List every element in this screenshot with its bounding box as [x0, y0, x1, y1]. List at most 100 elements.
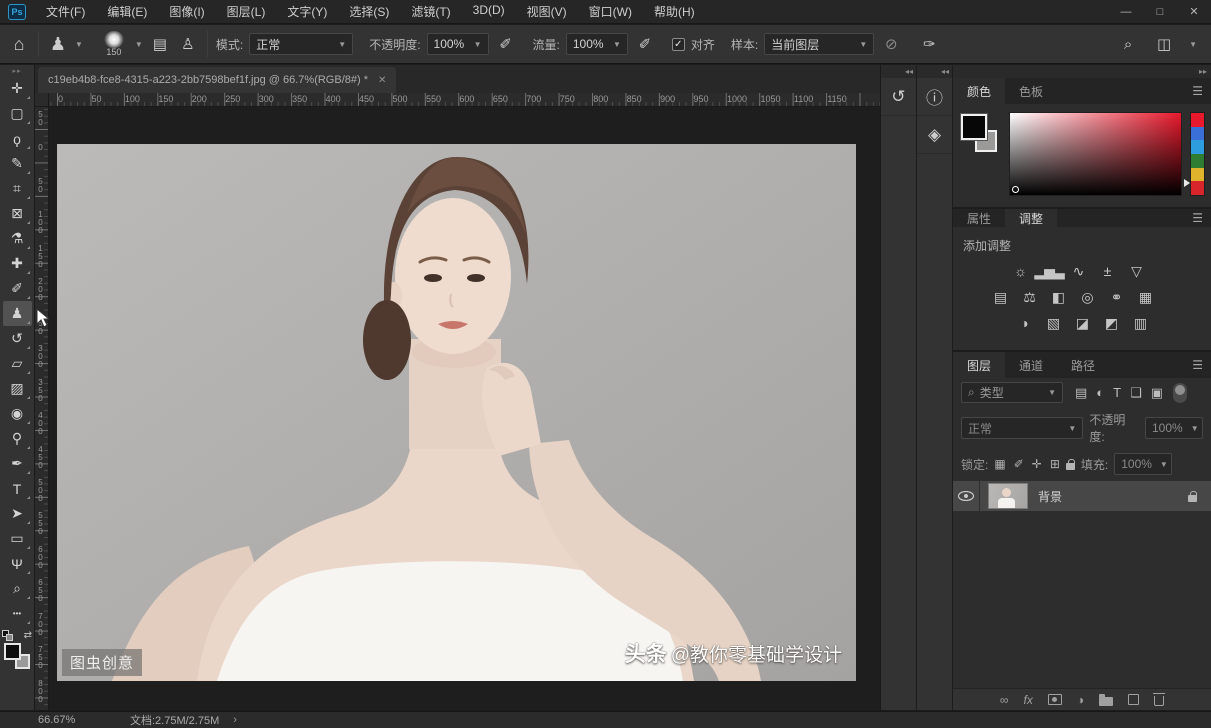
filter-adjustment-layers-icon[interactable]: ◐ [1096, 385, 1104, 400]
collapse-dock-icon[interactable]: ▸▸ [953, 65, 1211, 78]
posterize-icon[interactable]: ▧ [1042, 314, 1064, 332]
document-tab[interactable]: c19eb4b8-fce8-4315-a223-2bb7598bef1f.jpg… [38, 67, 396, 93]
tab-close-icon[interactable]: ✕ [378, 75, 386, 86]
color-tab-0[interactable]: 颜色 [953, 78, 1005, 104]
photo-filter-icon[interactable]: ◎ [1076, 288, 1098, 306]
workspace-switcher-icon[interactable]: ◫ [1153, 35, 1175, 53]
menu-item-2[interactable]: 图像(I) [159, 0, 214, 23]
hue-slider[interactable] [1190, 112, 1205, 196]
canvas-image[interactable]: 图虫创意 头条@教你零基础学设计 [57, 144, 856, 681]
swap-colors-icon[interactable]: ⇄ [24, 630, 32, 641]
maximize-button[interactable]: □ [1143, 1, 1177, 23]
brightness-contrast-icon[interactable]: ☼ [1009, 262, 1031, 280]
status-options-chevron[interactable]: › [233, 714, 237, 726]
layer-row[interactable]: 背景 [953, 481, 1211, 511]
gradient-tool[interactable]: ▨ [3, 376, 32, 401]
tablet-pressure-opacity-icon[interactable]: ✐ [495, 35, 517, 53]
move-tool[interactable]: ✛ [3, 76, 32, 101]
blend-mode-select[interactable]: 正常 ▼ [961, 417, 1083, 439]
clone-source-panel-icon[interactable]: ♙ [177, 35, 199, 53]
horizontal-ruler[interactable]: 0501001502002503003504004505005506006507… [49, 93, 880, 107]
hue-saturation-icon[interactable]: ▤ [989, 288, 1011, 306]
menu-item-1[interactable]: 编辑(E) [97, 0, 157, 23]
panel-menu-icon[interactable]: ☰ [1184, 209, 1211, 227]
pen-tool[interactable]: ✒ [3, 451, 32, 476]
menu-item-10[interactable]: 帮助(H) [644, 0, 705, 23]
curves-icon[interactable]: ∿ [1067, 262, 1089, 280]
panel-menu-icon[interactable]: ☰ [1184, 78, 1211, 104]
close-button[interactable]: ✕ [1177, 1, 1211, 23]
airbrush-icon[interactable]: ✐ [634, 35, 656, 53]
color-swatches-widget[interactable] [4, 643, 30, 669]
quick-selection-tool[interactable]: ✎ [3, 151, 32, 176]
ruler-origin-corner[interactable] [35, 93, 49, 107]
edit-toolbar[interactable]: ••• [3, 601, 32, 626]
filter-pixel-layers-icon[interactable]: ▤ [1075, 385, 1087, 401]
layer-lock-icon[interactable] [1188, 495, 1197, 502]
crop-tool[interactable]: ⌗ [3, 176, 32, 201]
3d-panel-button[interactable]: ◈ [917, 116, 952, 154]
lock-artboard-icon[interactable]: ⊞ [1050, 457, 1060, 471]
layers-tab-0[interactable]: 图层 [953, 352, 1005, 378]
brush-preset-picker[interactable]: 150 [99, 31, 129, 57]
menu-item-6[interactable]: 滤镜(T) [401, 0, 460, 23]
mode-select[interactable]: 正常 ▼ [249, 33, 353, 55]
lasso-tool[interactable]: ϙ [3, 126, 32, 151]
delete-layer-icon[interactable] [1154, 696, 1164, 706]
canvas-viewport[interactable]: 0501001502002503003504004505005506006507… [35, 93, 880, 710]
zoom-level-field[interactable]: 66.67% [38, 714, 108, 726]
color-lookup-icon[interactable]: ▦ [1134, 288, 1156, 306]
lock-transparency-icon[interactable]: ▦ [994, 457, 1005, 471]
align-checkbox[interactable]: ✓ [672, 38, 685, 51]
layer-visibility-toggle[interactable] [953, 481, 980, 511]
tablet-pressure-size-icon[interactable]: ✑ [918, 35, 940, 53]
default-colors-icon[interactable] [2, 630, 13, 641]
new-group-icon[interactable] [1099, 697, 1113, 706]
info-panel-button[interactable]: ⓘ [917, 78, 952, 116]
vibrance-icon[interactable]: ▽ [1125, 262, 1147, 280]
panel-color-swatches[interactable] [961, 112, 1001, 194]
home-icon[interactable]: ⌂ [8, 34, 30, 55]
filter-smart-objects-icon[interactable]: ▣ [1151, 385, 1163, 401]
panel-menu-icon[interactable]: ☰ [1184, 352, 1211, 378]
eyedropper-tool[interactable]: ⚗ [3, 226, 32, 251]
fill-select[interactable]: 100% ▼ [1114, 453, 1172, 475]
add-layer-mask-icon[interactable] [1048, 694, 1062, 705]
filter-type-layers-icon[interactable]: T [1113, 385, 1121, 400]
blur-tool[interactable]: ◉ [3, 401, 32, 426]
type-tool[interactable]: T [3, 476, 32, 501]
spot-healing-brush-tool[interactable]: ✚ [3, 251, 32, 276]
menu-item-8[interactable]: 视图(V) [517, 0, 577, 23]
lock-all-icon[interactable] [1066, 463, 1075, 470]
frame-tool[interactable]: ⊠ [3, 201, 32, 226]
flow-select[interactable]: 100% ▼ [566, 33, 628, 55]
adjustments-tab-0[interactable]: 属性 [953, 209, 1005, 227]
color-tab-1[interactable]: 色板 [1005, 78, 1057, 104]
menu-item-3[interactable]: 图层(L) [217, 0, 276, 23]
history-panel-button[interactable]: ↺ [881, 78, 916, 116]
color-field-marker[interactable] [1012, 186, 1019, 193]
search-icon[interactable]: ⌕ [1117, 36, 1139, 53]
levels-icon[interactable]: ▂▅▃ [1038, 262, 1060, 280]
foreground-color-swatch[interactable] [961, 114, 987, 140]
path-selection-tool[interactable]: ➤ [3, 501, 32, 526]
color-field[interactable] [1009, 112, 1182, 196]
vertical-ruler[interactable]: 5005010015020025030035040045050055060065… [35, 107, 49, 710]
invert-icon[interactable]: ◑ [1013, 314, 1035, 332]
gradient-map-icon[interactable]: ◩ [1100, 314, 1122, 332]
minimize-button[interactable]: — [1109, 1, 1143, 23]
clone-stamp-tool[interactable]: ♟ [3, 301, 32, 326]
expand-panels-icon[interactable]: ◂◂ [917, 65, 952, 78]
chevron-down-icon[interactable]: ▼ [135, 40, 143, 49]
menu-item-9[interactable]: 窗口(W) [579, 0, 642, 23]
sample-select[interactable]: 当前图层 ▼ [764, 33, 874, 55]
layer-styles-icon[interactable]: fx [1023, 693, 1032, 707]
link-layers-icon[interactable]: ∞ [1000, 693, 1009, 707]
hue-slider-marker[interactable] [1184, 179, 1190, 187]
layer-opacity-select[interactable]: 100% ▼ [1145, 417, 1203, 439]
chevron-down-icon[interactable]: ▼ [75, 40, 83, 49]
brush-tool[interactable]: ✐ [3, 276, 32, 301]
threshold-icon[interactable]: ◪ [1071, 314, 1093, 332]
layer-thumbnail[interactable] [988, 483, 1028, 509]
lock-pixels-icon[interactable]: ✐ [1014, 457, 1024, 471]
